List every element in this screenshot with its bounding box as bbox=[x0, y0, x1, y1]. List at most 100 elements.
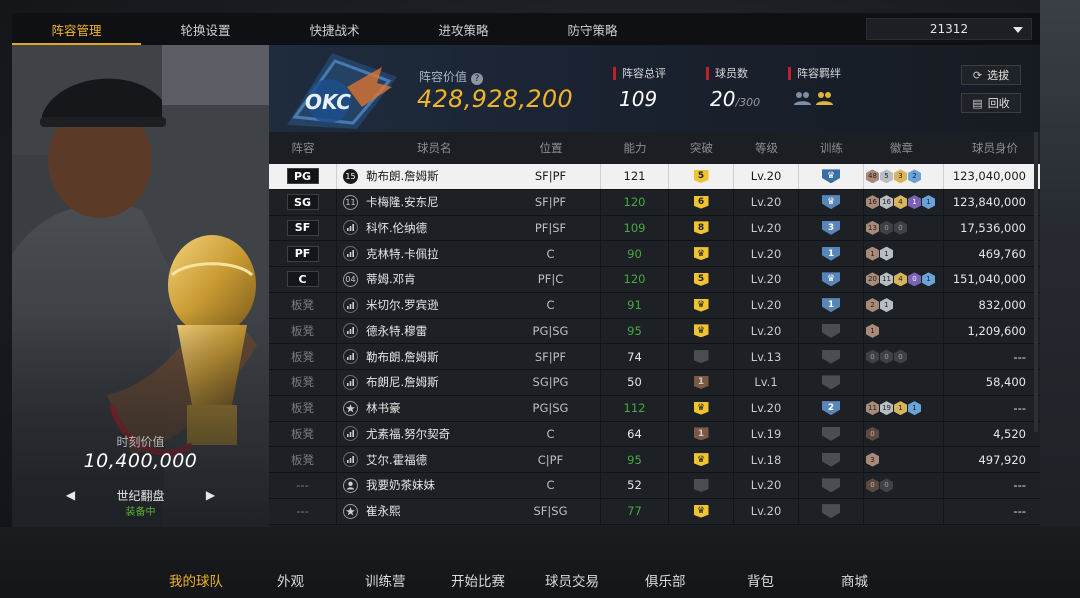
name-cell: 我要奶茶妹妹 bbox=[337, 473, 501, 498]
crown-icon: ♛ bbox=[693, 247, 709, 261]
lineup-value-label-text: 阵容价值 bbox=[419, 70, 468, 84]
badges-cell: 48 5 3 2 bbox=[864, 164, 944, 189]
badge-hex-icon: 0 bbox=[894, 220, 907, 235]
table-row[interactable]: 板凳 尤素福.努尔契奇 C 64 1 Lv.19 0 4,520 bbox=[269, 421, 1040, 448]
col-header-rating[interactable]: 能力 bbox=[601, 132, 669, 164]
player-rating: 120 bbox=[623, 272, 646, 287]
name-cell: 尤素福.努尔契奇 bbox=[337, 422, 501, 447]
tab-lineup-management[interactable]: 阵容管理 bbox=[12, 13, 141, 45]
breakthrough-cell bbox=[669, 473, 734, 498]
nav-club[interactable]: 俱乐部 bbox=[645, 570, 686, 590]
name-cell: 科怀.伦纳德 bbox=[337, 216, 501, 241]
table-row[interactable]: 板凳 德永特.穆雷 PG|SG 95 ♛ Lv.20 1 1,209,600 bbox=[269, 318, 1040, 345]
player-name: 克林特.卡佩拉 bbox=[366, 246, 439, 261]
training-cell bbox=[799, 318, 864, 344]
breakthrough-cell: 5 bbox=[669, 164, 734, 189]
crown-icon: ♛ bbox=[822, 169, 840, 184]
badges-cell: 21 bbox=[864, 292, 944, 318]
col-header-slot[interactable]: 阵容 bbox=[269, 132, 337, 164]
badge-hex-icon: 16 bbox=[880, 195, 893, 210]
level-cell: Lv.20 bbox=[734, 473, 799, 498]
nav-training-camp[interactable]: 训练营 bbox=[365, 570, 406, 590]
training-badge-empty bbox=[822, 478, 840, 493]
nav-bag[interactable]: 背包 bbox=[747, 570, 774, 590]
player-level: Lv.1 bbox=[754, 375, 778, 390]
player-rating: 95 bbox=[627, 452, 642, 467]
training-cell bbox=[799, 447, 864, 472]
table-row[interactable]: --- 我要奶茶妹妹 C 52 Lv.20 0 0 --- bbox=[269, 473, 1040, 499]
col-header-position[interactable]: 位置 bbox=[501, 132, 601, 164]
position-cell: PG|SG bbox=[501, 395, 601, 421]
tab-defense-strategy[interactable]: 防守策略 bbox=[528, 13, 657, 45]
signal-bars-icon bbox=[343, 426, 358, 442]
user-icon bbox=[343, 477, 358, 493]
col-header-training[interactable]: 训练 bbox=[799, 132, 864, 164]
rating-cell: 64 bbox=[601, 421, 669, 447]
breakthrough-badge: 8 bbox=[693, 221, 709, 235]
nav-appearance[interactable]: 外观 bbox=[277, 570, 304, 590]
nav-store[interactable]: 商城 bbox=[841, 570, 868, 590]
lineup-bond-icons[interactable] bbox=[793, 90, 837, 108]
player-rating: 74 bbox=[627, 349, 642, 364]
table-row[interactable]: 板凳 艾尔.霍福德 C|PF 95 ♛ Lv.18 3 497,920 bbox=[269, 447, 1040, 473]
select-button[interactable]: ⟳ 选拔 bbox=[961, 65, 1021, 85]
badge-hex-icon: 0 bbox=[880, 220, 893, 235]
col-header-badges[interactable]: 徽章 bbox=[864, 132, 944, 164]
badge-hex-icon: 0 bbox=[880, 478, 893, 493]
nav-start-game[interactable]: 开始比赛 bbox=[451, 570, 505, 590]
breakthrough-badge: 5 bbox=[693, 169, 709, 183]
player-price: 123,040,000 bbox=[952, 169, 1026, 184]
level-cell: Lv.18 bbox=[734, 447, 799, 472]
level-cell: Lv.1 bbox=[734, 370, 799, 395]
player-position: PG|SG bbox=[532, 323, 569, 338]
col-header-breakthrough[interactable]: 突破 bbox=[669, 132, 734, 164]
player-level: Lv.20 bbox=[750, 246, 782, 261]
player-name: 我要奶茶妹妹 bbox=[366, 478, 435, 493]
table-row[interactable]: PF 克林特.卡佩拉 C 90 ♛ Lv.20 1 1 1 469,760 bbox=[269, 241, 1040, 267]
player-level: Lv.20 bbox=[750, 323, 782, 338]
lineup-dropdown[interactable]: 21312 bbox=[866, 18, 1032, 40]
table-row[interactable]: SF 科怀.伦纳德 PF|SF 109 8 Lv.20 3 13 0 0 17,536,000 bbox=[269, 215, 1040, 242]
col-header-name[interactable]: 球员名 bbox=[337, 132, 501, 164]
recycle-button[interactable]: ▤ 回收 bbox=[961, 93, 1021, 113]
featured-player-card[interactable]: 时刻价值 10,400,000 ◀ 世纪翻盘 ▶ 装备中 bbox=[12, 45, 269, 527]
player-price: 17,536,000 bbox=[960, 220, 1026, 235]
tab-rotation-settings[interactable]: 轮换设置 bbox=[141, 13, 270, 45]
name-cell: 德永特.穆雷 bbox=[337, 319, 501, 344]
training-badge-empty bbox=[822, 349, 840, 364]
badge-hex-icon: 0 bbox=[908, 272, 921, 287]
level-cell: Lv.20 bbox=[734, 292, 799, 318]
breakthrough-cell: ♛ bbox=[669, 318, 734, 344]
badges-cell: 11 19 1 1 bbox=[864, 395, 944, 421]
badge-hex-icon: 48 bbox=[866, 169, 879, 184]
table-row[interactable]: 板凳 勒布朗.詹姆斯 SF|PF 74 Lv.13 0 0 0 --- bbox=[269, 344, 1040, 370]
table-row[interactable]: 板凳 林书豪 PG|SG 112 ♛ Lv.20 2 11 19 1 1 --- bbox=[269, 395, 1040, 422]
lineup-slot-text: 板凳 bbox=[291, 401, 314, 416]
chevron-right-icon[interactable]: ▶ bbox=[181, 488, 241, 502]
badge-hex-icon: 11 bbox=[866, 401, 879, 416]
nav-player-trade[interactable]: 球员交易 bbox=[545, 570, 599, 590]
help-icon[interactable]: ? bbox=[471, 73, 484, 85]
table-row[interactable]: C 04 蒂姆.邓肯 PF|C 120 5 Lv.20 ♛ 20 11 4 0 1 151,040,000 bbox=[269, 267, 1040, 293]
position-cell: SF|PF bbox=[501, 164, 601, 189]
position-cell: C bbox=[501, 421, 601, 447]
badge-hex-icon: 4 bbox=[894, 195, 907, 210]
col-header-level[interactable]: 等级 bbox=[734, 132, 799, 164]
signal-bars-icon bbox=[343, 452, 358, 468]
slot-cell: 板凳 bbox=[269, 344, 337, 369]
tab-quick-tactics[interactable]: 快捷战术 bbox=[270, 13, 399, 45]
col-header-price[interactable]: 球员身价 bbox=[944, 132, 1040, 164]
table-scrollbar[interactable] bbox=[1034, 132, 1038, 432]
nav-my-team[interactable]: 我的球队 bbox=[169, 570, 223, 590]
badge-hex-icon: 1 bbox=[894, 401, 907, 416]
player-level: Lv.20 bbox=[750, 298, 782, 313]
table-row[interactable]: 板凳 米切尔.罗宾逊 C 91 ♛ Lv.20 1 2 1 832,000 bbox=[269, 292, 1040, 319]
table-row[interactable]: 板凳 布朗尼.詹姆斯 SG|PG 50 1 Lv.1 58,400 bbox=[269, 370, 1040, 396]
table-row[interactable]: SG 11 卡梅隆.安东尼 SF|PF 120 6 Lv.20 ♛ 16 16 4 1 1 123,840… bbox=[269, 189, 1040, 216]
tab-offense-strategy[interactable]: 进攻策略 bbox=[399, 13, 528, 45]
table-row[interactable]: PG 15 勒布朗.詹姆斯 SF|PF 121 5 Lv.20 ♛ 48 5 3 2 123,040,0… bbox=[269, 164, 1040, 190]
badges-cell bbox=[864, 370, 944, 395]
player-level: Lv.13 bbox=[750, 349, 782, 364]
table-row[interactable]: --- 崔永熙 SF|SG 77 ♛ Lv.20 --- bbox=[269, 498, 1040, 525]
chevron-left-icon[interactable]: ◀ bbox=[41, 488, 101, 502]
